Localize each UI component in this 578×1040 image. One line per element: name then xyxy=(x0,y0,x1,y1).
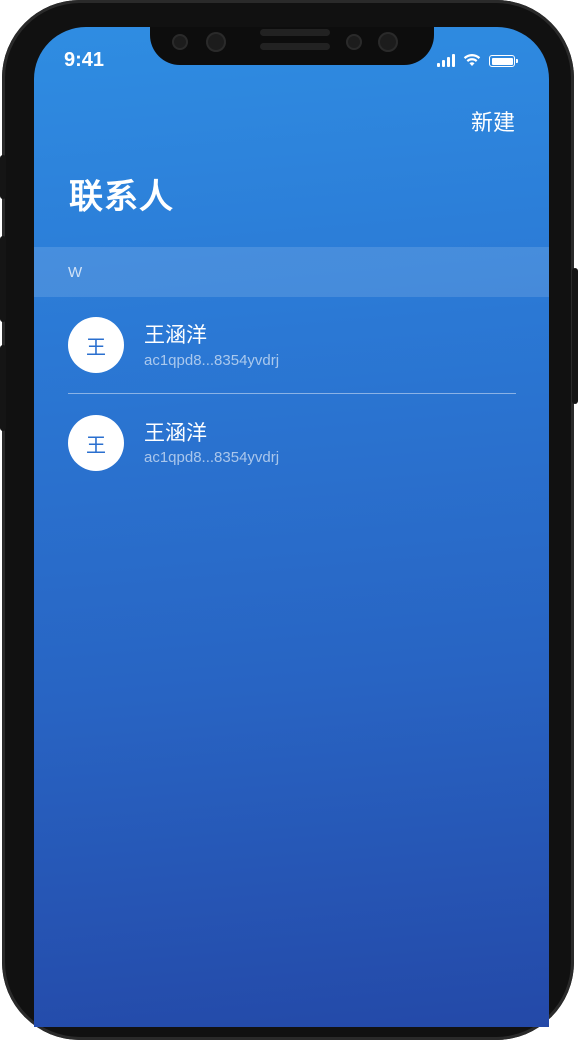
power-button xyxy=(572,268,578,404)
contact-address: ac1qpd8...8354yvdrj xyxy=(144,352,280,369)
avatar: 王 xyxy=(68,317,124,373)
phone-frame: 9:41 新建 联系人 W 王 王涵洋 ac1qpd8...8354yvdrj … xyxy=(0,0,578,1040)
contact-list-item[interactable]: 王 王涵洋 ac1qpd8...8354yvdrj xyxy=(34,394,549,490)
contact-name: 王涵洋 xyxy=(144,323,207,347)
volume-down-button xyxy=(0,345,6,431)
battery-icon xyxy=(489,55,518,67)
silent-switch xyxy=(0,155,6,199)
contact-address: ac1qpd8...8354yvdrj xyxy=(144,449,280,466)
contact-name: 王涵洋 xyxy=(144,421,207,445)
wifi-icon xyxy=(463,53,481,66)
page-title: 联系人 xyxy=(69,177,174,217)
new-contact-button[interactable]: 新建 xyxy=(471,105,515,137)
cellular-signal-icon xyxy=(437,54,455,67)
sensor-icon xyxy=(206,32,226,52)
notch xyxy=(150,27,434,65)
speaker-grille xyxy=(260,29,330,36)
contact-list-item[interactable]: 王 王涵洋 ac1qpd8...8354yvdrj xyxy=(34,297,549,393)
face-id-icon xyxy=(378,32,398,52)
section-header: W xyxy=(34,247,549,297)
speaker-grille xyxy=(260,43,330,50)
volume-up-button xyxy=(0,236,6,322)
status-time: 9:41 xyxy=(64,49,105,71)
proximity-sensor-icon xyxy=(346,34,362,50)
screen: 9:41 新建 联系人 W 王 王涵洋 ac1qpd8...8354yvdrj … xyxy=(34,27,549,1027)
avatar: 王 xyxy=(68,415,124,471)
status-icons xyxy=(437,53,518,67)
camera-icon xyxy=(172,34,188,50)
section-letter: W xyxy=(68,264,83,281)
